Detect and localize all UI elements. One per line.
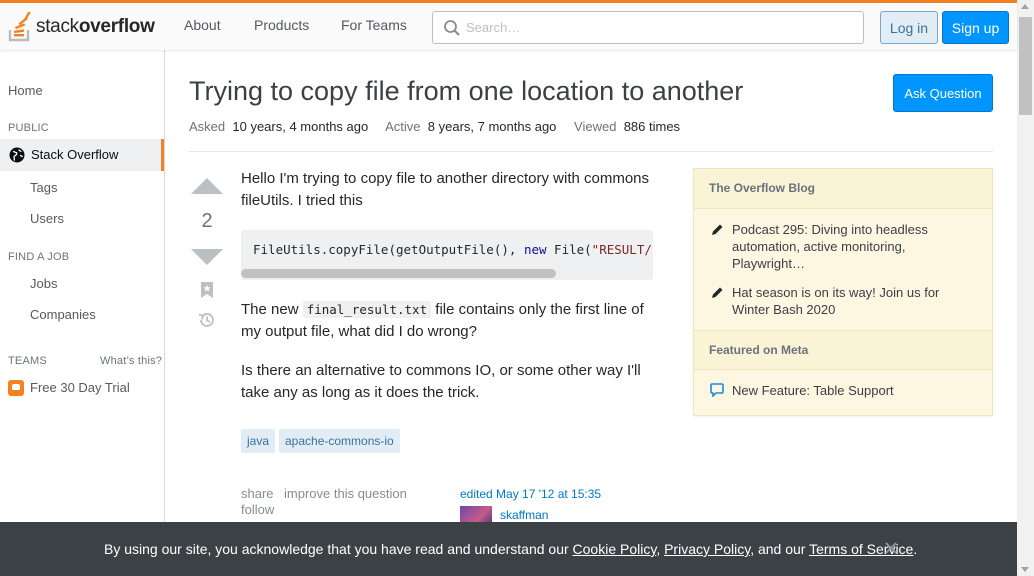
code-scrollbar[interactable]	[241, 269, 556, 278]
overflow-blog-heading: The Overflow Blog	[694, 169, 992, 209]
page-scrollbar[interactable]	[1017, 0, 1034, 576]
logo-text: stackoverflow	[36, 16, 155, 37]
question-title[interactable]: Trying to copy file from one location to…	[189, 76, 743, 107]
downvote-arrow-icon[interactable]	[191, 249, 223, 265]
vote-count: 2	[201, 210, 213, 232]
meta-item[interactable]: New Feature: Table Support	[732, 382, 972, 399]
pencil-icon	[712, 224, 723, 235]
cookie-banner: By using our site, you acknowledge that …	[0, 522, 1017, 576]
close-icon[interactable]	[884, 541, 898, 555]
sidebar-heading-teams: TEAMS	[8, 355, 47, 367]
follow-link[interactable]: follow	[241, 501, 274, 518]
login-button[interactable]: Log in	[880, 11, 938, 44]
inline-code: final_result.txt	[302, 301, 432, 318]
active-value[interactable]: 8 years, 7 months ago	[428, 119, 557, 134]
privacy-policy-link[interactable]: Privacy Policy	[664, 541, 750, 557]
ask-question-button[interactable]: Ask Question	[893, 74, 993, 112]
sidebar-item-free-trial[interactable]: Free 30 Day Trial	[30, 380, 130, 395]
tag-java[interactable]: java	[241, 429, 276, 453]
globe-icon	[9, 147, 25, 163]
pencil-icon	[712, 287, 723, 298]
nav-about[interactable]: About	[184, 17, 221, 33]
sidebar-item-label: Stack Overflow	[31, 147, 119, 162]
scrollbar-thumb[interactable]	[1019, 17, 1032, 115]
signup-button[interactable]: Sign up	[942, 11, 1009, 44]
scroll-down-arrow-icon[interactable]	[1021, 567, 1029, 572]
post-paragraph-1: Hello I'm trying to copy file to another…	[241, 170, 650, 209]
bookmark-icon[interactable]	[201, 282, 213, 298]
cookie-notice: By using our site, you acknowledge that …	[104, 541, 918, 557]
sidebar-item-home[interactable]: Home	[8, 83, 43, 98]
post-paragraph-2: The new final_result.txt file contains o…	[241, 301, 644, 340]
nav-for-teams[interactable]: For Teams	[341, 17, 407, 33]
blog-item[interactable]: Podcast 295: Diving into headless automa…	[732, 221, 972, 272]
edited-timestamp[interactable]: edited May 17 '12 at 15:35	[460, 487, 601, 501]
search-box[interactable]	[432, 11, 864, 44]
logo[interactable]: stackoverflow	[8, 12, 155, 42]
briefcase-icon	[8, 380, 24, 396]
left-sidebar: Home PUBLIC Stack Overflow Tags Users FI…	[0, 50, 165, 576]
viewed-label: Viewed	[574, 119, 617, 134]
top-bar: stackoverflow About Products For Teams L…	[0, 0, 1017, 50]
sidebar-item-jobs[interactable]: Jobs	[30, 276, 57, 291]
sidebar-item-tags[interactable]: Tags	[30, 180, 57, 195]
scroll-up-arrow-icon[interactable]	[1021, 4, 1029, 9]
improve-question-link[interactable]: improve this question	[284, 485, 407, 502]
chat-bubble-icon	[710, 383, 724, 397]
whats-this-link[interactable]: What’s this?	[100, 355, 162, 367]
divider	[189, 151, 993, 152]
sidebar-heading-public: PUBLIC	[8, 122, 49, 134]
code-block: FileUtils.copyFile(getOutputFile(), new …	[241, 230, 653, 280]
asked-value: 10 years, 4 months ago	[232, 119, 369, 134]
upvote-arrow-icon[interactable]	[191, 178, 223, 194]
stack-overflow-logo-icon	[8, 12, 31, 42]
cookie-policy-link[interactable]: Cookie Policy	[573, 541, 657, 557]
history-icon[interactable]	[198, 311, 216, 329]
active-label: Active	[385, 119, 421, 134]
question-stats: Asked 10 years, 4 months ago Active 8 ye…	[189, 119, 694, 134]
viewed-value: 886 times	[623, 119, 681, 134]
share-link[interactable]: share	[241, 485, 274, 502]
sidebar-heading-find-a-job: FIND A JOB	[8, 251, 70, 263]
editor-username[interactable]: skaffman	[500, 508, 548, 522]
blog-list: Podcast 295: Diving into headless automa…	[694, 209, 992, 330]
nav-products[interactable]: Products	[254, 17, 309, 33]
featured-meta-heading: Featured on Meta	[694, 330, 992, 370]
meta-list: New Feature: Table Support	[694, 371, 992, 415]
code-line: FileUtils.copyFile(getOutputFile(), new …	[253, 242, 653, 257]
blog-item[interactable]: Hat season is on its way! Join us for Wi…	[732, 284, 972, 318]
search-icon	[444, 20, 460, 36]
asked-label: Asked	[189, 119, 226, 134]
sidebar-item-companies[interactable]: Companies	[30, 307, 96, 322]
sidebar-item-stack-overflow[interactable]: Stack Overflow	[0, 139, 164, 171]
sidebar-item-users[interactable]: Users	[30, 211, 64, 226]
post-paragraph-3: Is there an alternative to commons IO, o…	[241, 362, 641, 401]
sidebar-widget: The Overflow Blog Podcast 295: Diving in…	[693, 168, 993, 416]
tag-apache-commons-io[interactable]: apache-commons-io	[279, 429, 400, 453]
search-input[interactable]	[466, 12, 856, 43]
